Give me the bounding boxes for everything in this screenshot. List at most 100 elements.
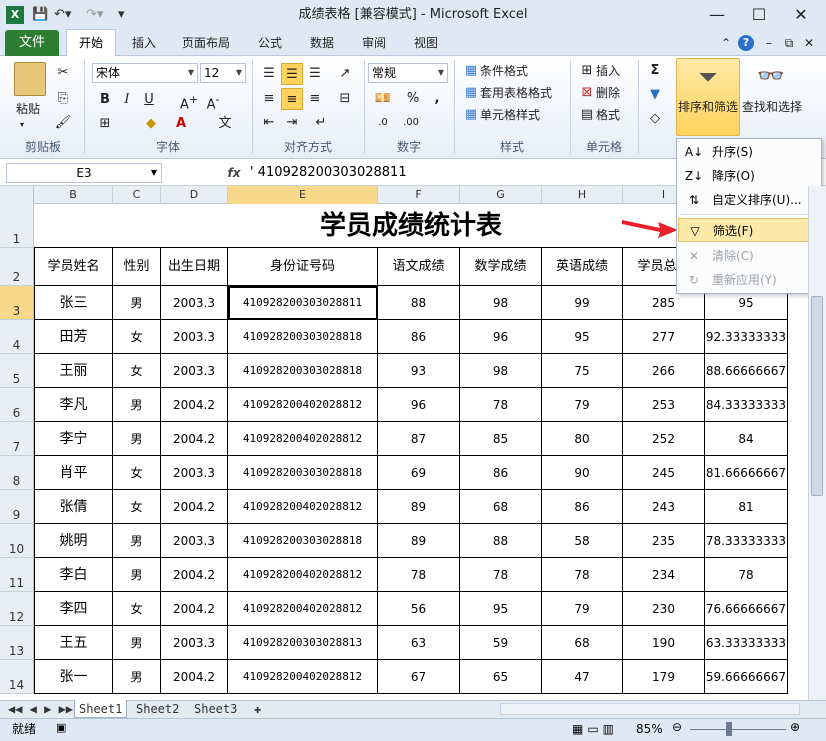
ribbon-collapse-icon[interactable]: ⌃ bbox=[716, 30, 736, 56]
table-cell[interactable]: 男 bbox=[113, 558, 161, 592]
table-cell[interactable]: 84 bbox=[705, 422, 788, 456]
row-header[interactable]: 2 bbox=[0, 248, 34, 286]
table-cell[interactable]: 王丽 bbox=[34, 354, 113, 388]
autosum-icon[interactable]: Σ bbox=[644, 60, 666, 82]
row-header[interactable]: 14 bbox=[0, 660, 34, 694]
table-cell[interactable]: 男 bbox=[113, 388, 161, 422]
format-painter-icon[interactable]: 🖌 bbox=[52, 112, 74, 134]
table-cell[interactable]: 56 bbox=[378, 592, 460, 626]
row-header[interactable]: 1 bbox=[0, 204, 34, 248]
table-cell[interactable]: 李宁 bbox=[34, 422, 113, 456]
row-header[interactable]: 8 bbox=[0, 456, 34, 490]
table-cell[interactable]: 2003.3 bbox=[161, 456, 228, 490]
font-name-select[interactable]: 宋体 ▼ bbox=[92, 63, 198, 83]
row-header[interactable]: 10 bbox=[0, 524, 34, 558]
table-cell[interactable]: 男 bbox=[113, 524, 161, 558]
comma-icon[interactable]: , bbox=[426, 88, 448, 110]
table-cell[interactable]: 76.66666667 bbox=[705, 592, 788, 626]
vertical-scroll-thumb[interactable] bbox=[811, 296, 823, 496]
table-cell[interactable]: 田芳 bbox=[34, 320, 113, 354]
table-cell[interactable]: 张倩 bbox=[34, 490, 113, 524]
table-cell[interactable]: 女 bbox=[113, 592, 161, 626]
table-cell[interactable]: 2003.3 bbox=[161, 354, 228, 388]
tab-data[interactable]: 数据 bbox=[302, 30, 342, 56]
table-cell[interactable]: 68 bbox=[542, 626, 623, 660]
table-cell[interactable]: 410928200402028812 bbox=[228, 558, 378, 592]
merge-center-icon[interactable]: ⊟ bbox=[334, 88, 356, 110]
table-cell[interactable]: 68 bbox=[460, 490, 542, 524]
tab-page-layout[interactable]: 页面布局 bbox=[174, 30, 238, 56]
table-cell[interactable]: 2003.3 bbox=[161, 320, 228, 354]
column-header-d[interactable]: D bbox=[161, 186, 228, 204]
table-cell[interactable]: 410928200303028818 bbox=[228, 354, 378, 388]
menu-item-sort-desc[interactable]: Z↓ 降序(O) bbox=[678, 164, 820, 188]
table-cell[interactable]: 58 bbox=[542, 524, 623, 558]
header-cell[interactable]: 身份证号码 bbox=[228, 248, 378, 286]
table-cell[interactable]: 姚明 bbox=[34, 524, 113, 558]
table-cell[interactable]: 95 bbox=[460, 592, 542, 626]
cut-icon[interactable]: ✂ bbox=[52, 62, 74, 84]
table-cell[interactable]: 79 bbox=[542, 592, 623, 626]
table-cell[interactable]: 男 bbox=[113, 660, 161, 694]
fill-color-icon[interactable]: ◆ bbox=[140, 113, 162, 135]
cond-format-button[interactable]: 条件格式 bbox=[480, 60, 528, 82]
sheet-tab-3[interactable]: Sheet3 bbox=[190, 700, 241, 718]
table-cell[interactable]: 张三 bbox=[34, 286, 113, 320]
table-cell[interactable]: 2003.3 bbox=[161, 626, 228, 660]
sheet-tab-1[interactable]: Sheet1 bbox=[74, 700, 128, 718]
zoom-out-icon[interactable]: ⊖ bbox=[672, 720, 682, 734]
table-cell[interactable]: 410928200402028812 bbox=[228, 490, 378, 524]
close-button[interactable]: ✕ bbox=[780, 0, 822, 30]
table-cell[interactable]: 88 bbox=[460, 524, 542, 558]
help-icon[interactable]: ? bbox=[738, 35, 754, 51]
percent-icon[interactable]: % bbox=[402, 88, 424, 110]
align-top-icon[interactable]: ☰ bbox=[258, 63, 280, 85]
doc-close-icon[interactable]: ✕ bbox=[800, 30, 818, 56]
table-cell[interactable]: 75 bbox=[542, 354, 623, 388]
header-cell[interactable]: 英语成绩 bbox=[542, 248, 623, 286]
font-shrink-icon[interactable]: A- bbox=[202, 89, 224, 112]
table-cell[interactable]: 2004.2 bbox=[161, 558, 228, 592]
table-cell[interactable]: 252 bbox=[623, 422, 705, 456]
select-all-corner[interactable] bbox=[0, 186, 34, 204]
table-cell[interactable]: 253 bbox=[623, 388, 705, 422]
increase-decimal-icon[interactable]: .0 bbox=[372, 112, 394, 134]
table-cell[interactable]: 92.33333333 bbox=[705, 320, 788, 354]
header-cell[interactable]: 数学成绩 bbox=[460, 248, 542, 286]
table-cell[interactable]: 王五 bbox=[34, 626, 113, 660]
column-header-e[interactable]: E bbox=[228, 186, 378, 204]
row-header[interactable]: 13 bbox=[0, 626, 34, 660]
menu-item-filter[interactable]: ▽ 筛选(F) bbox=[678, 218, 820, 242]
orientation-icon[interactable]: ↗ bbox=[334, 63, 356, 85]
binoculars-icon[interactable]: 👓 bbox=[754, 62, 788, 92]
underline-icon[interactable]: U bbox=[138, 89, 160, 111]
tab-review[interactable]: 审阅 bbox=[354, 30, 394, 56]
increase-indent-icon[interactable]: ⇥ bbox=[281, 112, 303, 134]
table-cell[interactable]: 女 bbox=[113, 490, 161, 524]
table-cell[interactable]: 女 bbox=[113, 354, 161, 388]
table-cell[interactable]: 410928200303028818 bbox=[228, 524, 378, 558]
menu-item-reapply[interactable]: ↻ 重新应用(Y) bbox=[678, 268, 820, 292]
table-cell[interactable]: 95 bbox=[542, 320, 623, 354]
table-cell[interactable]: 266 bbox=[623, 354, 705, 388]
paste-icon[interactable] bbox=[14, 62, 46, 96]
table-cell[interactable]: 2004.2 bbox=[161, 422, 228, 456]
table-cell[interactable]: 78.33333333 bbox=[705, 524, 788, 558]
table-cell[interactable]: 81 bbox=[705, 490, 788, 524]
table-cell[interactable]: 86 bbox=[542, 490, 623, 524]
table-cell[interactable]: 99 bbox=[542, 286, 623, 320]
table-cell[interactable]: 2004.2 bbox=[161, 660, 228, 694]
table-cell[interactable]: 88 bbox=[378, 286, 460, 320]
cell-style-button[interactable]: 单元格样式 bbox=[480, 104, 540, 126]
table-cell[interactable]: 245 bbox=[623, 456, 705, 490]
font-grow-icon[interactable]: A+ bbox=[178, 89, 200, 112]
table-cell[interactable]: 89 bbox=[378, 490, 460, 524]
table-cell[interactable]: 98 bbox=[460, 354, 542, 388]
table-cell[interactable]: 410928200303028818 bbox=[228, 456, 378, 490]
table-cell[interactable]: 88.66666667 bbox=[705, 354, 788, 388]
column-header-h[interactable]: H bbox=[542, 186, 623, 204]
tab-file[interactable]: 文件 bbox=[5, 30, 59, 56]
table-cell[interactable]: 2004.2 bbox=[161, 592, 228, 626]
table-cell[interactable]: 277 bbox=[623, 320, 705, 354]
table-cell[interactable]: 男 bbox=[113, 286, 161, 320]
